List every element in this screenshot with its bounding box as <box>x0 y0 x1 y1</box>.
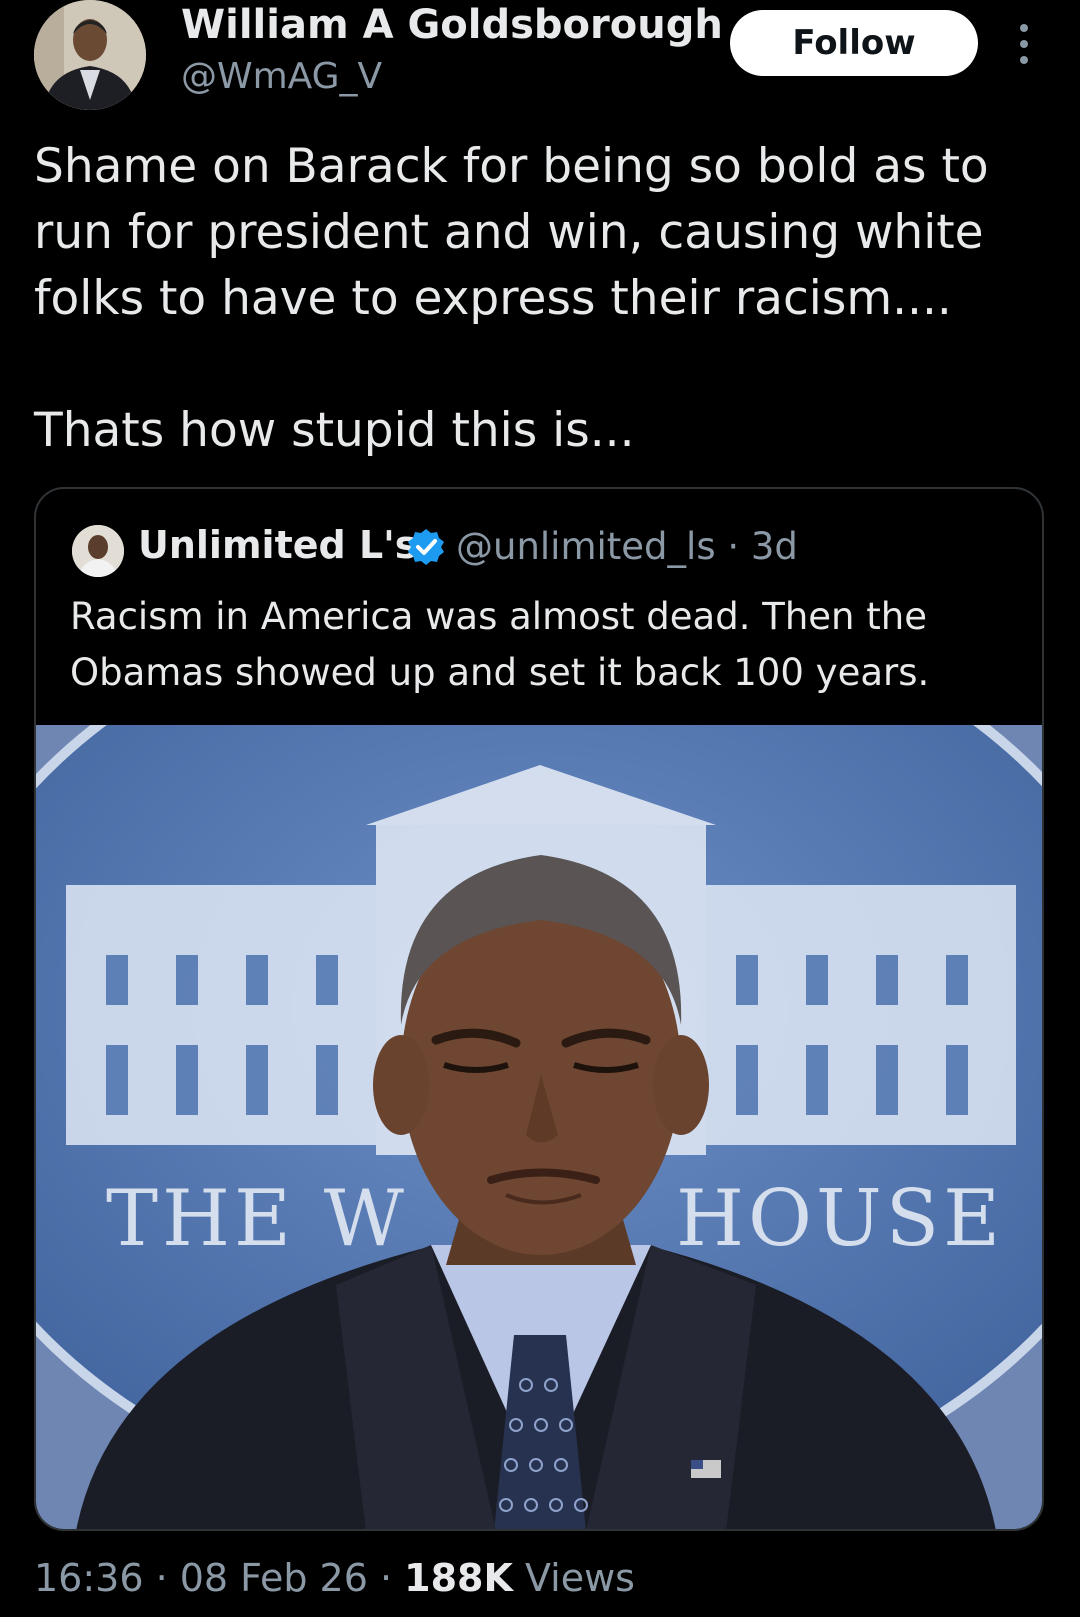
tweet-meta: 16:36 · 08 Feb 26 · 188K Views <box>34 1556 635 1600</box>
author-avatar-image <box>34 0 146 110</box>
verified-badge-icon <box>406 527 446 567</box>
author-avatar[interactable] <box>34 0 146 110</box>
tweet-timestamp[interactable]: 16:36 · 08 Feb 26 · <box>34 1556 404 1600</box>
quoted-tweet-card[interactable]: Unlimited L's @unlimited_ls · 3d Racism … <box>34 487 1044 1531</box>
backdrop-text-right: HOUSE <box>676 1174 1004 1264</box>
backdrop-text-left: THE W <box>106 1174 408 1264</box>
more-options-icon[interactable] <box>1012 22 1036 66</box>
quoted-tweet-text: Racism in America was almost dead. Then … <box>70 595 930 694</box>
author-handle[interactable]: @WmAG_V <box>181 56 382 97</box>
quoted-author-avatar[interactable] <box>72 525 124 577</box>
tweet-paragraph-2: Thats how stupid this is... <box>34 403 635 458</box>
quoted-author-name[interactable]: Unlimited L's <box>138 523 417 567</box>
author-name[interactable]: William A Goldsborough <box>181 2 723 48</box>
views-count: 188K <box>404 1556 513 1600</box>
tweet-text: Shame on Barack for being so bold as to … <box>34 134 1044 464</box>
tweet-paragraph-1: Shame on Barack for being so bold as to … <box>34 139 989 326</box>
views-label: Views <box>512 1556 635 1600</box>
press-briefing-photo: THE W HOUSE <box>36 725 1042 1529</box>
quoted-tweet-photo[interactable]: THE W HOUSE <box>36 725 1042 1529</box>
follow-button[interactable]: Follow <box>730 10 978 76</box>
quoted-author-handle[interactable]: @unlimited_ls · 3d <box>456 525 798 568</box>
